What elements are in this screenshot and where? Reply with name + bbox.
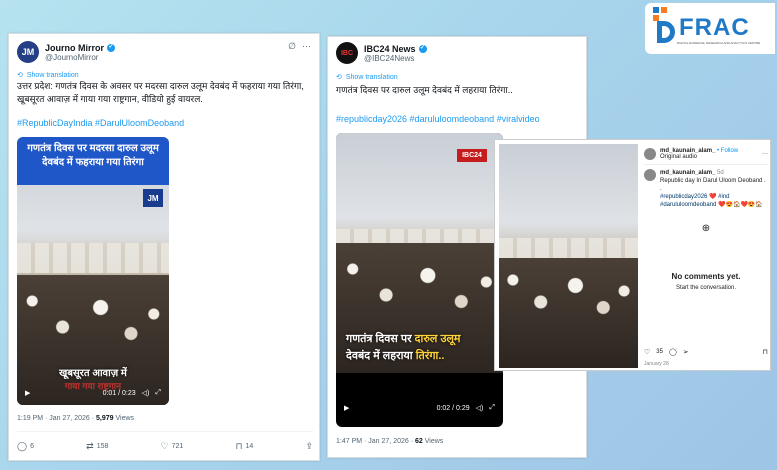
video-controls: ▶ 0:02 / 0:29 ◁) ⤢ — [336, 404, 503, 412]
drac-logo: FRAC DIGITAL EVIDENCE, RESEARCH AND ANAL… — [645, 3, 775, 54]
video-time: 0:01 / 0:23 — [102, 389, 136, 397]
instagram-video[interactable] — [499, 144, 638, 368]
play-icon[interactable]: ▶ — [344, 404, 349, 412]
translate-icon: ⟲ — [336, 74, 342, 81]
repost-icon: ⇄ — [86, 441, 94, 451]
tweet-card-journo-mirror: JM Journo Mirror @JournoMirror ∅ ··· ⟲ Sh… — [8, 33, 320, 461]
avatar[interactable]: IBC — [336, 42, 358, 64]
comment-age: 5d — [717, 170, 724, 176]
tweet-header: JM Journo Mirror @JournoMirror — [17, 41, 116, 63]
crowd — [499, 258, 638, 368]
divider — [17, 431, 313, 432]
tweet-text: उत्तर प्रदेश: गणतंत्र दिवस के अवसर पर मद… — [17, 81, 304, 104]
more-icon[interactable]: ··· — [762, 151, 768, 157]
avatar-text: JM — [21, 47, 35, 57]
volume-icon[interactable]: ◁) — [476, 404, 484, 412]
bookmark-button[interactable]: ⊓ 14 — [235, 442, 253, 451]
audio-label[interactable]: Original audio — [660, 154, 738, 160]
fullscreen-icon[interactable]: ⤢ — [155, 389, 161, 397]
avatar — [644, 169, 656, 181]
verified-icon — [418, 44, 427, 53]
views-label: Views — [422, 438, 444, 445]
start-conversation: Start the conversation. — [675, 285, 737, 291]
logo-text: FRAC — [679, 14, 750, 41]
tweet-timestamp: 1:47 PM · Jan 27, 2026 · 62 Views — [336, 438, 443, 445]
fullscreen-icon[interactable]: ⤢ — [489, 404, 495, 412]
caption-comment: md_kaunain_alam_ 5d Republic day In Daru… — [644, 169, 768, 209]
comment-tags[interactable]: #republicday2026 ❤️ #ind #darululoomdeob… — [660, 193, 768, 209]
bookmark-count: 14 — [245, 443, 254, 450]
time-text[interactable]: 1:19 PM · Jan 27, 2026 · — [17, 415, 96, 422]
bookmark-icon: ⊓ — [235, 441, 243, 451]
reply-button[interactable]: ◯ 6 — [17, 442, 34, 451]
comment-text: Republic day In Darul Uloom Deoband . . — [660, 178, 766, 192]
tweet-video[interactable]: गणतंत्र दिवस पर मदरसा दारुल उलूम देवबंद … — [17, 137, 169, 405]
video-caption: खूबसूरत आवाज़ में — [59, 368, 127, 379]
follow-button[interactable]: • Follow — [717, 148, 738, 154]
insta-actions: ♡ 35 ◯ ➢ ⊓ — [644, 348, 768, 356]
show-translation-link[interactable]: Show translation — [27, 72, 79, 79]
post-header: md_kaunain_alam_ • Follow Original audio… — [644, 148, 768, 160]
bookmark-icon[interactable]: ⊓ — [763, 348, 768, 356]
no-comments: No comments yet. — [671, 272, 741, 281]
translate-icon: ⟲ — [17, 72, 23, 79]
like-count: 721 — [171, 443, 184, 450]
caption-part-highlight: तिरंगा.. — [415, 350, 445, 362]
tweet-timestamp: 1:19 PM · Jan 27, 2026 · 5,979 Views — [17, 415, 134, 422]
instagram-sidebar: md_kaunain_alam_ • Follow Original audio… — [644, 144, 768, 291]
skyline — [17, 243, 169, 273]
tweet-actions: ◯ 6 ⇄ 158 ♡ 721 ⊓ 14 ⇪ — [17, 442, 313, 451]
avatar-text: IBC — [340, 49, 354, 57]
verified-icon — [107, 43, 116, 52]
volume-icon[interactable]: ◁) — [142, 389, 150, 397]
grok-icon[interactable]: ∅ — [288, 41, 296, 52]
video-controls: ▶ 0:01 / 0:23 ◁) ⤢ — [17, 389, 169, 397]
tweet-header: IBC IBC24 News @IBC24News — [336, 42, 427, 64]
tweet-hashtags[interactable]: #republicday2026 #darululoomdeoband #vir… — [336, 114, 540, 124]
add-icon[interactable]: ⊕ — [644, 223, 768, 234]
show-translation-link[interactable]: Show translation — [346, 74, 398, 81]
play-icon[interactable]: ▶ — [25, 389, 30, 397]
like-button[interactable]: ♡ 721 — [161, 442, 184, 451]
views-count: 62 — [415, 438, 423, 445]
author-name[interactable]: Journo Mirror — [45, 43, 104, 53]
share-icon: ⇪ — [305, 441, 313, 451]
video-banner: गणतंत्र दिवस पर मदरसा दारुल उलूम देवबंद … — [17, 137, 169, 185]
reply-icon: ◯ — [17, 441, 28, 451]
author-handle[interactable]: @IBC24News — [364, 54, 427, 63]
instagram-post: md_kaunain_alam_ • Follow Original audio… — [494, 139, 771, 371]
views-label: Views — [113, 415, 135, 422]
post-date: January 28 — [644, 361, 669, 367]
heart-icon: ♡ — [160, 441, 169, 451]
caption-part-highlight: दारुल उलूम — [414, 333, 461, 345]
video-caption: गणतंत्र दिवस पर दारुल उलूम देवबंद में लह… — [346, 331, 496, 365]
like-count: 35 — [656, 349, 663, 355]
more-icon[interactable]: ··· — [302, 41, 311, 52]
caption-part: देवबंद में लहराया — [346, 350, 416, 362]
logo-mark-icon — [653, 7, 675, 43]
reply-count: 6 — [30, 443, 34, 450]
repost-count: 158 — [96, 443, 109, 450]
channel-badge: IBC24 — [457, 149, 487, 162]
video-time: 0:02 / 0:29 — [436, 404, 470, 412]
avatar[interactable]: JM — [17, 41, 39, 63]
comment-user[interactable]: md_kaunain_alam_ — [660, 170, 715, 176]
tweet-hashtags[interactable]: #RepublicDayIndia #DarulUloomDeoband — [17, 118, 184, 128]
share-button[interactable]: ⇪ — [305, 442, 313, 451]
time-text[interactable]: 1:47 PM · Jan 27, 2026 · — [336, 438, 415, 445]
caption-part: गणतंत्र दिवस पर — [346, 333, 415, 345]
tweet-video[interactable]: IBC24 गणतंत्र दिवस पर दारुल उलूम देवबंद … — [336, 133, 503, 427]
tweet-text: गणतंत्र दिवस पर दारुल उलूम देवबंद में लह… — [336, 85, 513, 95]
author-name[interactable]: IBC24 News — [364, 44, 416, 54]
avatar[interactable] — [644, 148, 656, 160]
channel-badge: JM — [143, 189, 163, 207]
views-count: 5,979 — [96, 415, 114, 422]
send-icon[interactable]: ➢ — [683, 348, 689, 356]
author-handle[interactable]: @JournoMirror — [45, 53, 115, 62]
repost-button[interactable]: ⇄ 158 — [86, 442, 108, 451]
divider — [644, 164, 768, 165]
comment-icon[interactable]: ◯ — [669, 348, 677, 356]
heart-icon[interactable]: ♡ — [644, 348, 650, 356]
logo-tagline: DIGITAL EVIDENCE, RESEARCH AND ANALYTICS… — [677, 41, 761, 45]
